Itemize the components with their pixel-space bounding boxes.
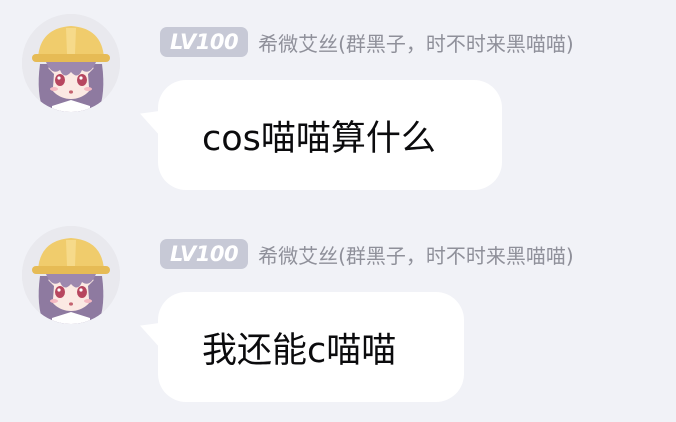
bubble-tail [140, 101, 164, 141]
level-badge: LV100 [160, 27, 249, 57]
message-text: cos喵喵算什么 [202, 118, 436, 159]
chat-message: LV100 希微艾丝(群黑子，时不时来黑喵喵) 我还能c喵喵 [0, 212, 676, 412]
message-bubble[interactable]: 我还能c喵喵 [140, 292, 464, 402]
bubble-tail [140, 313, 164, 353]
chat-message: LV100 希微艾丝(群黑子，时不时来黑喵喵) cos喵喵算什么 [0, 0, 676, 200]
level-badge: LV100 [160, 239, 249, 269]
message-header: LV100 希微艾丝(群黑子，时不时来黑喵喵) [160, 238, 574, 270]
message-bubble[interactable]: cos喵喵算什么 [140, 80, 502, 190]
user-avatar[interactable] [22, 226, 120, 324]
username-label[interactable]: 希微艾丝(群黑子，时不时来黑喵喵) [258, 240, 574, 269]
message-header: LV100 希微艾丝(群黑子，时不时来黑喵喵) [160, 26, 574, 58]
anime-girl-hardhat-avatar-icon [22, 226, 120, 324]
anime-girl-hardhat-avatar-icon [22, 14, 120, 112]
username-label[interactable]: 希微艾丝(群黑子，时不时来黑喵喵) [258, 28, 574, 57]
user-avatar[interactable] [22, 14, 120, 112]
message-text: 我还能c喵喵 [202, 330, 397, 371]
